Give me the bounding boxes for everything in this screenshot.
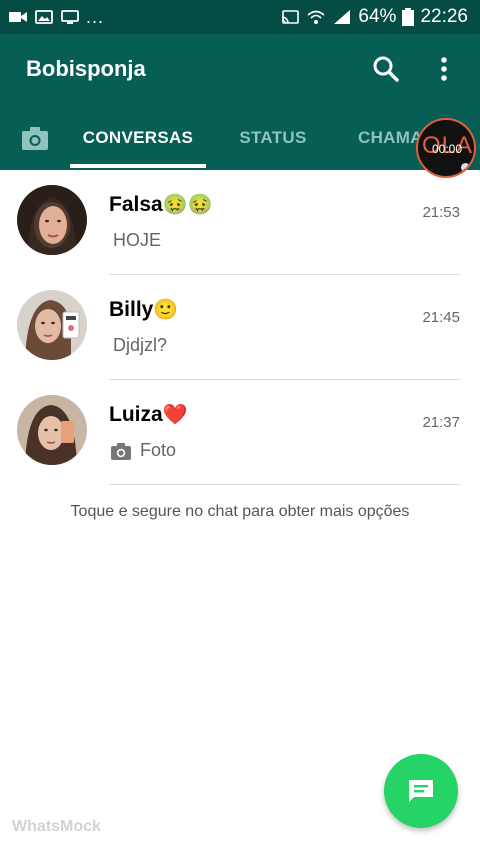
name-emoji: 🤢🤢	[162, 194, 213, 216]
contact-name: Luiza	[109, 403, 163, 426]
more-options-button[interactable]	[434, 54, 454, 84]
chat-row-falsa[interactable]: Falsa🤢🤢 21:53 HOJE	[0, 170, 480, 275]
message-text: HOJE	[113, 230, 162, 250]
app-bar: Bobisponja CONVERSAS STATUS CHAMADAS	[0, 34, 480, 170]
tab-conversas[interactable]: CONVERSAS	[70, 116, 206, 170]
hint-text: Toque e segure no chat para obter mais o…	[70, 503, 410, 520]
camera-icon	[111, 442, 131, 460]
chat-icon	[409, 780, 433, 802]
status-left: ...	[8, 0, 104, 34]
new-chat-button[interactable]	[384, 754, 458, 828]
search-button[interactable]	[372, 54, 400, 84]
chat-time: 21:37	[422, 414, 460, 431]
message-text: Foto	[140, 440, 177, 460]
recorder-timer: 00:00	[432, 142, 463, 156]
avatar[interactable]	[17, 290, 87, 360]
tab-bar: CONVERSAS STATUS CHAMADAS	[0, 116, 480, 170]
status-more-dots: ...	[86, 6, 105, 27]
name-emoji: 🙂	[153, 299, 179, 321]
avatar[interactable]	[17, 395, 87, 465]
tab-status[interactable]: STATUS	[224, 116, 322, 170]
signal-icon	[334, 10, 351, 24]
avatar[interactable]	[17, 185, 87, 255]
watermark: WhatsMock	[12, 818, 101, 835]
app-title: Bobisponja	[26, 56, 146, 81]
more-vert-icon	[441, 57, 447, 81]
divider	[109, 484, 460, 485]
cast-icon	[282, 10, 300, 24]
tab-camera[interactable]	[20, 124, 50, 154]
avatar-photo	[17, 185, 87, 255]
chat-last-message: Foto	[110, 440, 176, 461]
chat-time: 21:53	[422, 204, 460, 221]
search-icon	[373, 56, 399, 82]
chat-name: Billy🙂	[109, 297, 178, 322]
battery-icon	[402, 8, 415, 26]
status-bar: ... 64% 22:26	[0, 0, 480, 34]
battery-percent: 64%	[358, 6, 397, 27]
chat-last-message: HOJE	[113, 230, 161, 251]
chat-row-luiza[interactable]: Luiza❤️ 21:37 Foto	[0, 380, 480, 485]
message-text: Djdjzl?	[113, 335, 168, 355]
wifi-icon	[307, 10, 325, 24]
chat-name: Falsa🤢🤢	[109, 192, 213, 217]
chat-row-billy[interactable]: Billy🙂 21:45 Djdjzl?	[0, 275, 480, 380]
chat-list: Falsa🤢🤢 21:53 HOJE Billy🙂 21:45 Djdjzl? …	[0, 170, 480, 485]
avatar-photo	[17, 395, 87, 465]
active-tab-indicator	[70, 164, 206, 168]
video-icon	[9, 12, 27, 22]
status-right: 64% 22:26	[280, 0, 468, 34]
camera-icon	[22, 127, 48, 150]
name-emoji: ❤️	[162, 404, 188, 426]
contact-name: Falsa	[109, 193, 163, 216]
chat-time: 21:45	[422, 309, 460, 326]
screen-recorder-bubble[interactable]: OLA 00:00	[416, 118, 476, 178]
image-icon	[35, 10, 53, 24]
chat-name: Luiza❤️	[109, 402, 188, 427]
monitor-icon	[61, 10, 79, 24]
status-time: 22:26	[420, 6, 468, 27]
avatar-photo	[17, 290, 87, 360]
chat-last-message: Djdjzl?	[113, 335, 167, 356]
contact-name: Billy	[109, 298, 154, 321]
